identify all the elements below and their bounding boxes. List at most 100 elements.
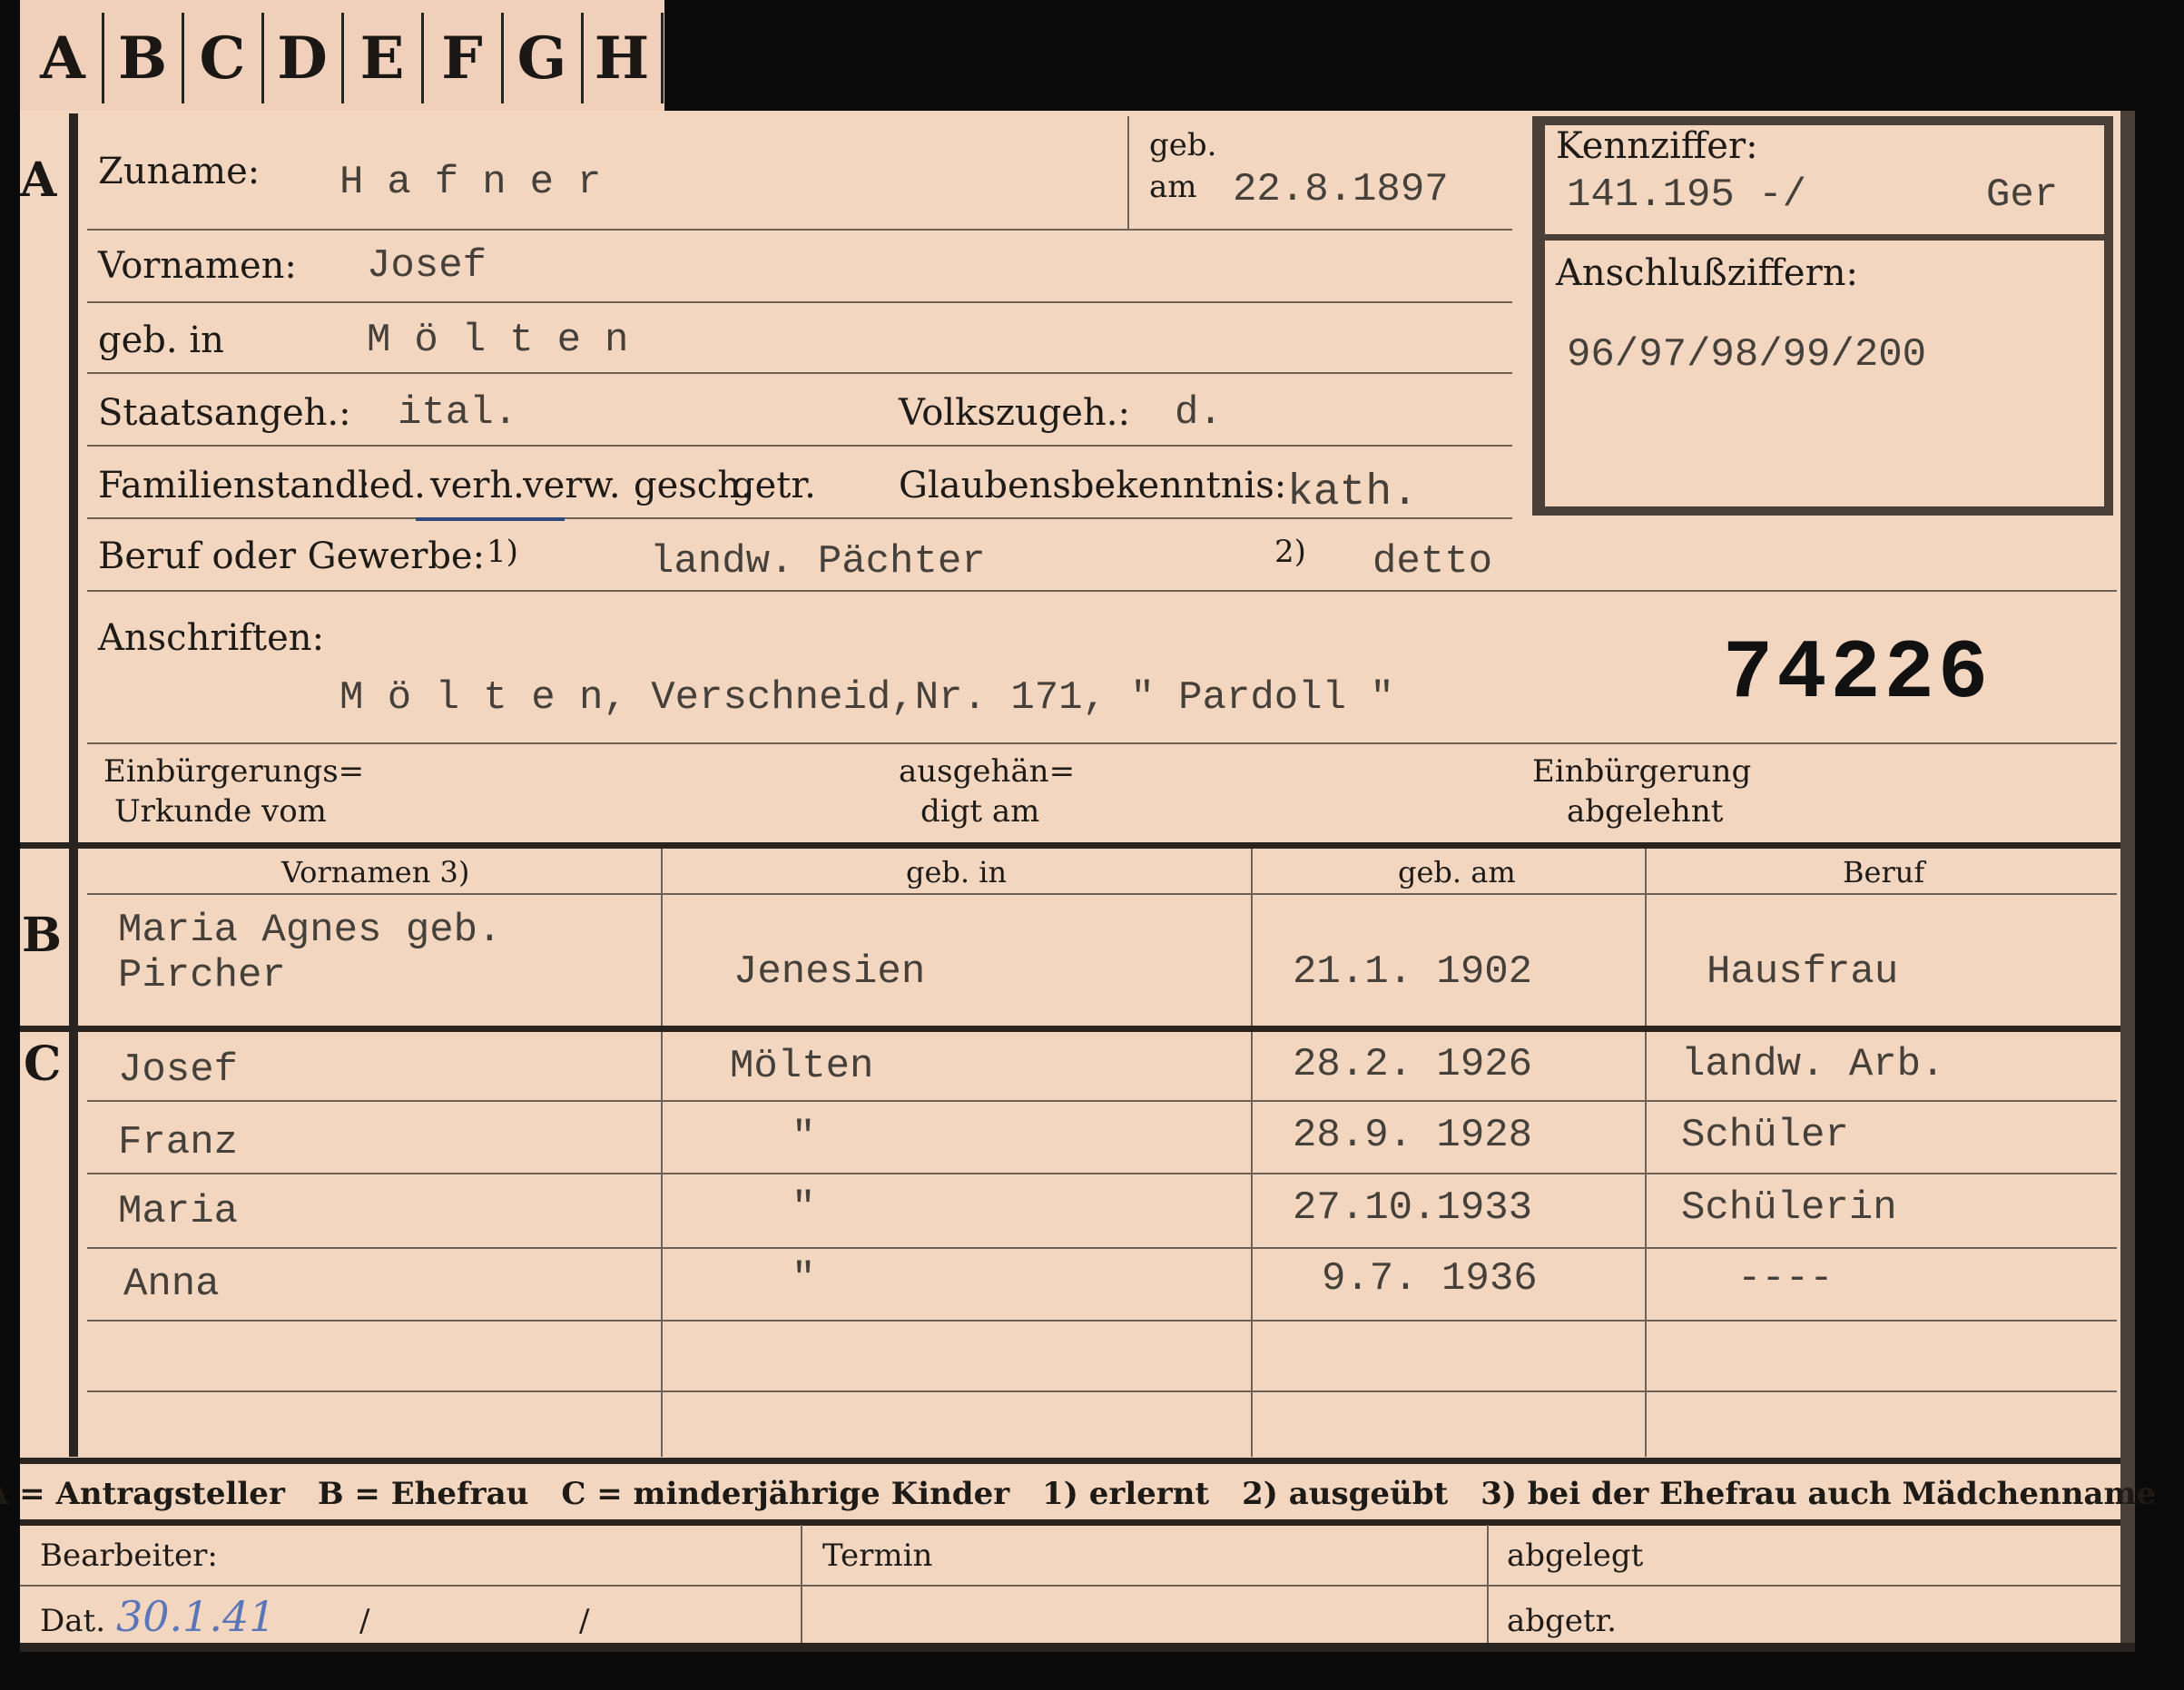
child-geb-am: 28.2. 1926 (1293, 1042, 1533, 1087)
anschriften-label: Anschriften: (98, 617, 325, 659)
index-tab-c[interactable]: C (183, 13, 264, 103)
volkszugeh-value: d. (1175, 390, 1223, 436)
header-geb-in: geb. in (906, 855, 1008, 889)
beruf-mark-2: 2) (1274, 534, 1306, 570)
child-vornamen: Josef (118, 1047, 239, 1093)
card-right-edge (2120, 111, 2135, 1649)
row-rule (87, 229, 1512, 231)
index-tab-f[interactable]: F (423, 13, 504, 103)
dat-slash-2: / (579, 1603, 590, 1639)
dat-handwritten-value: 30.1.41 (116, 1592, 276, 1641)
glaubens-label: Glaubensbekenntnis: (899, 465, 1287, 506)
legend-a: A = Antragsteller (0, 1476, 285, 1512)
header-geb-am: geb. am (1398, 855, 1516, 889)
staatsangeh-label: Staatsangeh.: (98, 392, 351, 434)
zuname-value: Hafner (339, 160, 625, 205)
legend-bottom-rule (20, 1519, 2120, 1526)
footer-col-rule (1487, 1525, 1489, 1645)
legend-note-1: 1) erlernt (1042, 1476, 1210, 1512)
index-tab-b[interactable]: B (103, 13, 184, 103)
beruf-value-2: detto (1372, 539, 1493, 585)
index-tab-e[interactable]: E (343, 13, 424, 103)
familienstand-option-verh: verh. (430, 465, 525, 506)
dat-label: Dat. (40, 1603, 106, 1639)
anschluss-value: 96/97/98/99/200 (1567, 332, 1927, 378)
legend-note-2: 2) ausgeübt (1242, 1476, 1449, 1512)
beruf-mark-1: 1) (487, 534, 518, 570)
vornamen-label: Vornamen: (98, 245, 297, 287)
row-rule (87, 1173, 2117, 1174)
index-tab-a[interactable]: A (24, 13, 104, 103)
footer-row-rule (20, 1585, 2120, 1587)
child-beruf: Schüler (1681, 1113, 1849, 1158)
termin-label: Termin (822, 1538, 933, 1574)
spouse-geb-am: 21.1. 1902 (1293, 949, 1533, 995)
anschriften-value: M ö l t e n, Verschneid,Nr. 171, " Pardo… (339, 675, 1394, 721)
staatsangeh-value: ital. (398, 390, 518, 436)
familienstand-label: Familienstand: (98, 465, 370, 506)
row-rule (87, 1320, 2117, 1322)
row-rule (87, 742, 2117, 744)
ausgehaendigt-label-line1: ausgehän= (899, 753, 1076, 790)
glaubens-value: kath. (1287, 468, 1419, 517)
spouse-geb-in: Jenesien (733, 949, 926, 995)
section-letter-a: A (20, 152, 57, 208)
table-col-rule (1645, 849, 1647, 1457)
vornamen-value: Josef (367, 243, 487, 289)
familienstand-option-verw: verw. (523, 465, 621, 506)
child-geb-in: " (792, 1115, 816, 1160)
spouse-vornamen-line2: Pircher (118, 953, 286, 998)
kennziffer-suffix: Ger (1986, 172, 2059, 218)
row-rule (87, 517, 1512, 519)
child-vornamen: Anna (123, 1262, 220, 1307)
row-rule (87, 590, 2117, 592)
legend: A = Antragsteller B = Ehefrau C = minder… (0, 1466, 2156, 1522)
table-header-rule (87, 893, 2117, 895)
section-separator-ab (20, 842, 2120, 849)
legend-b: B = Ehefrau (317, 1476, 529, 1512)
ausgehaendigt-label-line2: digt am (920, 793, 1040, 830)
am-label: am (1149, 169, 1197, 205)
section-left-bar (69, 113, 78, 1457)
kennziffer-value: 141.195 -/ (1567, 172, 1807, 218)
row-rule (87, 1390, 2117, 1392)
einb-urkunde-label-line2: Urkunde vom (114, 793, 327, 830)
index-tab-h[interactable]: H (583, 13, 664, 103)
familienstand-option-led: led. (358, 465, 426, 506)
section-letter-c: C (24, 1037, 62, 1092)
familienstand-selected-underline (416, 517, 565, 521)
child-geb-am: 9.7. 1936 (1322, 1256, 1538, 1302)
familienstand-option-getr: getr. (732, 465, 816, 506)
child-beruf: ---- (1737, 1256, 1834, 1302)
child-beruf: landw. Arb. (1681, 1042, 1945, 1087)
spouse-beruf: Hausfrau (1707, 949, 1899, 995)
row-rule (87, 445, 1512, 447)
einb-urkunde-label-line1: Einbürgerungs= (103, 753, 365, 790)
table-col-rule (1251, 849, 1253, 1457)
row-rule (87, 301, 1512, 303)
legend-note-3: 3) bei der Ehefrau auch Mädchenname (1481, 1476, 2157, 1512)
einb-abgelehnt-label-line2: abgelehnt (1567, 793, 1724, 830)
index-tab-g[interactable]: G (503, 13, 584, 103)
child-vornamen: Maria (118, 1189, 239, 1234)
volkszugeh-label: Volkszugeh.: (899, 392, 1130, 434)
section-separator-bc (20, 1026, 2120, 1032)
legend-top-rule (20, 1458, 2120, 1464)
row-rule (87, 1100, 2117, 1102)
section-letter-b: B (22, 908, 62, 963)
spouse-vornamen-line1: Maria Agnes geb. (118, 908, 502, 953)
child-geb-in: Mölten (730, 1044, 874, 1089)
child-vornamen: Franz (118, 1120, 239, 1165)
row-rule (87, 372, 1512, 374)
child-geb-am: 27.10.1933 (1293, 1185, 1533, 1231)
header-beruf: Beruf (1843, 855, 1925, 889)
legend-c: C = minderjährige Kinder (561, 1476, 1010, 1512)
index-tab-d[interactable]: D (263, 13, 344, 103)
footer-col-rule (801, 1525, 802, 1645)
header-vornamen: Vornamen 3) (281, 855, 470, 889)
kennziffer-label: Kennziffer: (1556, 125, 1758, 167)
index-tab-strip: A B C D E F G H (20, 0, 664, 111)
table-col-rule (661, 849, 663, 1457)
einb-abgelehnt-label-line1: Einbürgerung (1532, 753, 1752, 790)
beruf-value-1: landw. Pächter (650, 539, 986, 585)
